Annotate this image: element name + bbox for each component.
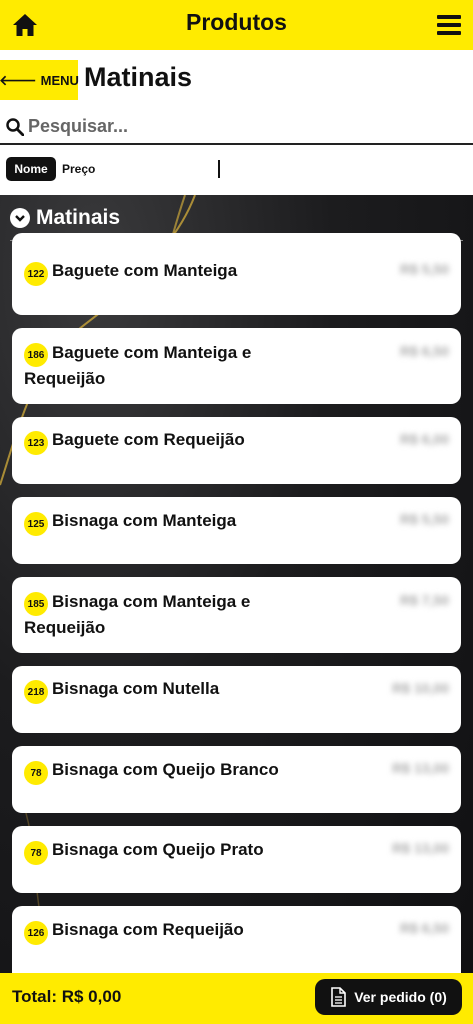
product-card[interactable]: 122 Baguete com Manteiga R$ 5,50	[12, 233, 461, 315]
document-icon	[331, 987, 347, 1007]
product-price: R$ 5,50	[399, 511, 449, 527]
product-card[interactable]: 78 Bisnaga com Queijo Branco R$ 13,00	[12, 746, 461, 813]
hamburger-icon[interactable]	[437, 15, 461, 35]
product-price: R$ 6,00	[399, 431, 449, 447]
view-order-button[interactable]: Ver pedido (0)	[315, 979, 462, 1015]
product-name: Bisnaga com Queijo Prato	[52, 840, 264, 859]
product-name: Bisnaga com Requeijão	[52, 920, 244, 939]
product-card[interactable]: 185 Bisnaga com Manteiga e Requeijão R$ …	[12, 577, 461, 653]
product-card[interactable]: 186 Baguete com Manteiga e Requeijão R$ …	[12, 328, 461, 404]
product-name: Baguete com Manteiga e Requeijão	[24, 343, 252, 388]
product-name: Bisnaga com Nutella	[52, 679, 220, 698]
search-icon	[6, 118, 24, 136]
product-price: R$ 5,50	[399, 261, 449, 277]
product-price: R$ 13,00	[392, 760, 449, 776]
arrow-left-icon: 🡐	[0, 71, 37, 88]
section-header[interactable]: Matinais	[10, 203, 120, 233]
product-name: Bisnaga com Queijo Branco	[52, 760, 279, 779]
category-title: Matinais	[84, 62, 193, 92]
sort-by-price-button[interactable]: Preço	[62, 162, 95, 176]
product-card[interactable]: 126 Bisnaga com Requeijão R$ 6,50	[12, 906, 461, 973]
search-input[interactable]	[28, 112, 458, 140]
chevron-down-icon	[10, 208, 30, 228]
product-card[interactable]: 123 Baguete com Requeijão R$ 6,00	[12, 417, 461, 484]
top-bar: Produtos	[0, 0, 473, 50]
sort-bar: Nome Preço	[0, 150, 473, 194]
menu-button-label: MENU	[40, 72, 79, 88]
product-card[interactable]: 218 Bisnaga com Nutella R$ 10,00	[12, 666, 461, 733]
section-title: Matinais	[36, 206, 121, 229]
back-to-menu-button[interactable]: 🡐 MENU	[0, 60, 79, 100]
product-name: Baguete com Manteiga	[52, 261, 238, 280]
sort-divider	[218, 160, 220, 178]
search-bar	[0, 108, 473, 145]
product-price: R$ 10,00	[392, 680, 449, 696]
product-card[interactable]: 125 Bisnaga com Manteiga R$ 5,50	[12, 497, 461, 564]
product-price: R$ 6,50	[399, 343, 449, 359]
product-price: R$ 7,50	[399, 592, 449, 608]
product-price: R$ 13,00	[392, 840, 449, 856]
order-total: Total: R$ 0,00	[12, 987, 122, 1006]
product-card[interactable]: 78 Bisnaga com Queijo Prato R$ 13,00	[12, 826, 461, 893]
product-name: Baguete com Requeijão	[52, 430, 245, 449]
bottom-bar: Total: R$ 0,00 Ver pedido (0)	[0, 973, 473, 1024]
sort-by-name-button[interactable]: Nome	[6, 157, 56, 181]
page-header-title: Produtos	[186, 9, 287, 35]
product-list[interactable]: Matinais 122 Baguete com Manteiga R$ 5,5…	[0, 195, 473, 973]
product-price: R$ 6,50	[399, 920, 449, 936]
product-name: Bisnaga com Manteiga	[52, 511, 237, 530]
view-order-label: Ver pedido (0)	[354, 989, 447, 1005]
product-name: Bisnaga com Manteiga e Requeijão	[24, 592, 251, 637]
